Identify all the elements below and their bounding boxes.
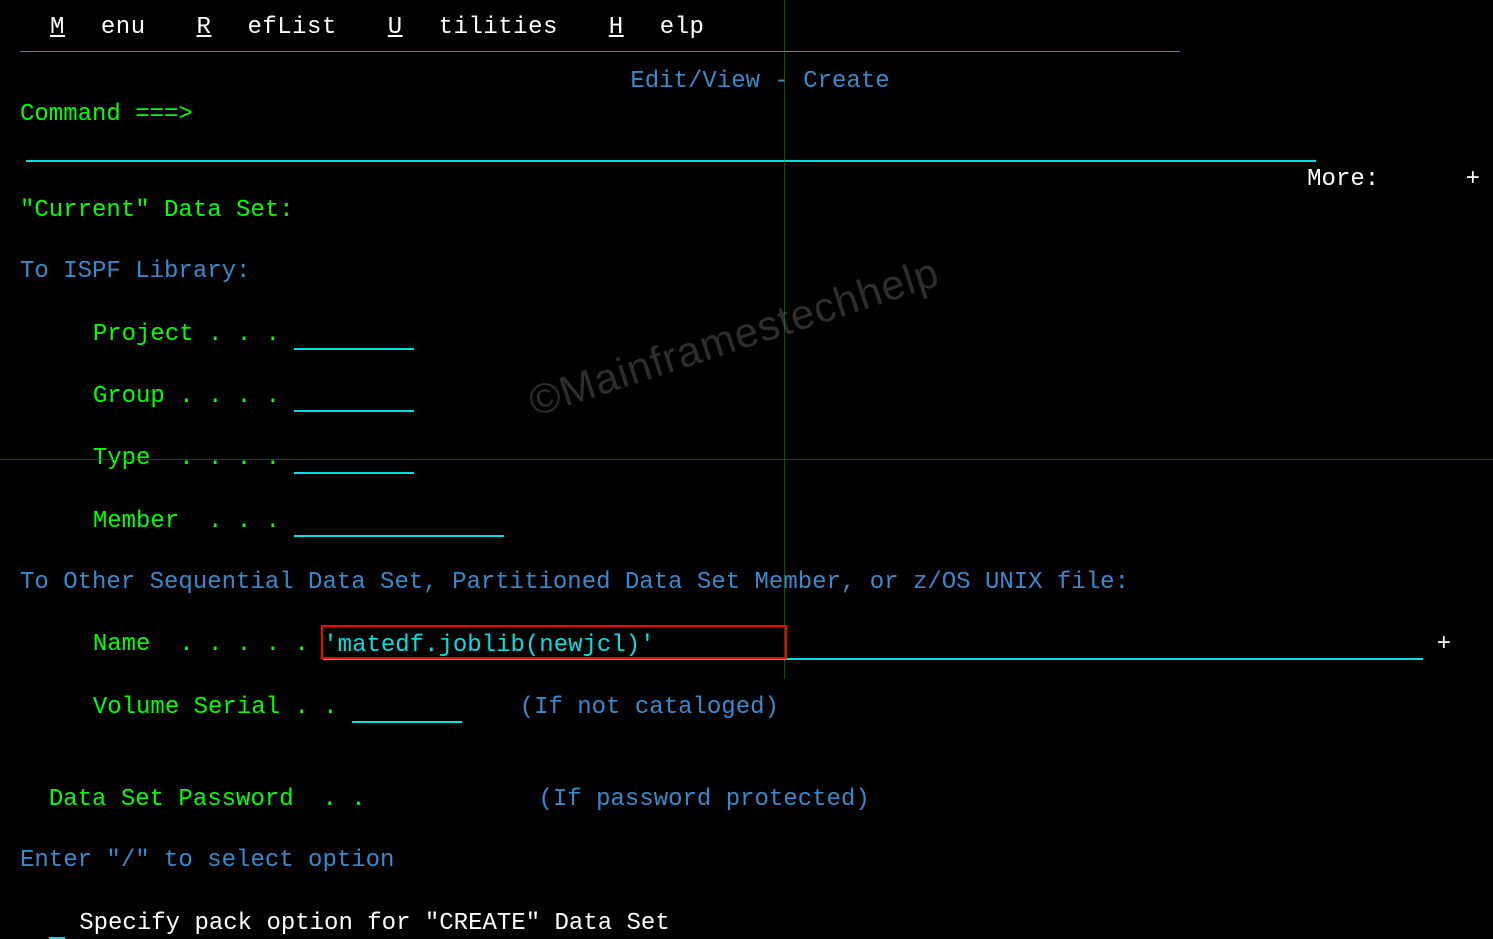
password-label: Data Set Password . . [49, 786, 366, 813]
menu-utilities[interactable]: Utilities [388, 14, 558, 41]
name-label: Name . . . . . [93, 631, 309, 658]
type-input[interactable] [294, 446, 414, 474]
group-input[interactable] [294, 384, 414, 412]
ispf-heading: To ISPF Library: [20, 256, 1473, 287]
other-heading: To Other Sequential Data Set, Partitione… [20, 567, 1473, 598]
command-input[interactable] [26, 134, 1316, 162]
member-input[interactable] [294, 509, 504, 537]
option-text: Specify pack option for "CREATE" Data Se… [79, 910, 670, 937]
volser-hint: (If not cataloged) [520, 694, 779, 721]
project-input[interactable] [294, 322, 414, 350]
menubar: Menu RefList Utilities Help [20, 8, 1473, 51]
volser-label: Volume Serial . . [93, 694, 338, 721]
name-input[interactable] [323, 632, 1423, 660]
panel-title: Edit/View - Create [20, 66, 1493, 97]
current-ds-heading: "Current" Data Set: [20, 195, 1473, 226]
option-toggle-input[interactable] [49, 913, 65, 939]
project-label: Project . . . [93, 321, 280, 348]
menubar-rule [20, 51, 1180, 52]
command-label: Command ===> [20, 101, 193, 128]
more-indicator: + [1466, 166, 1480, 193]
option-heading: Enter "/" to select option [20, 845, 1473, 876]
crosshair-vertical [784, 0, 785, 679]
menu-help[interactable]: Help [609, 14, 705, 41]
menu-reflist[interactable]: RefList [197, 14, 337, 41]
password-hint: (If password protected) [539, 786, 870, 813]
group-label: Group . . . . [93, 383, 280, 410]
crosshair-horizontal [0, 459, 1493, 460]
menu-menu[interactable]: Menu [50, 14, 146, 41]
name-more-indicator: + [1437, 629, 1451, 660]
volser-input[interactable] [352, 695, 462, 723]
member-label: Member . . . [93, 508, 280, 535]
more-label: More: [1307, 166, 1379, 193]
